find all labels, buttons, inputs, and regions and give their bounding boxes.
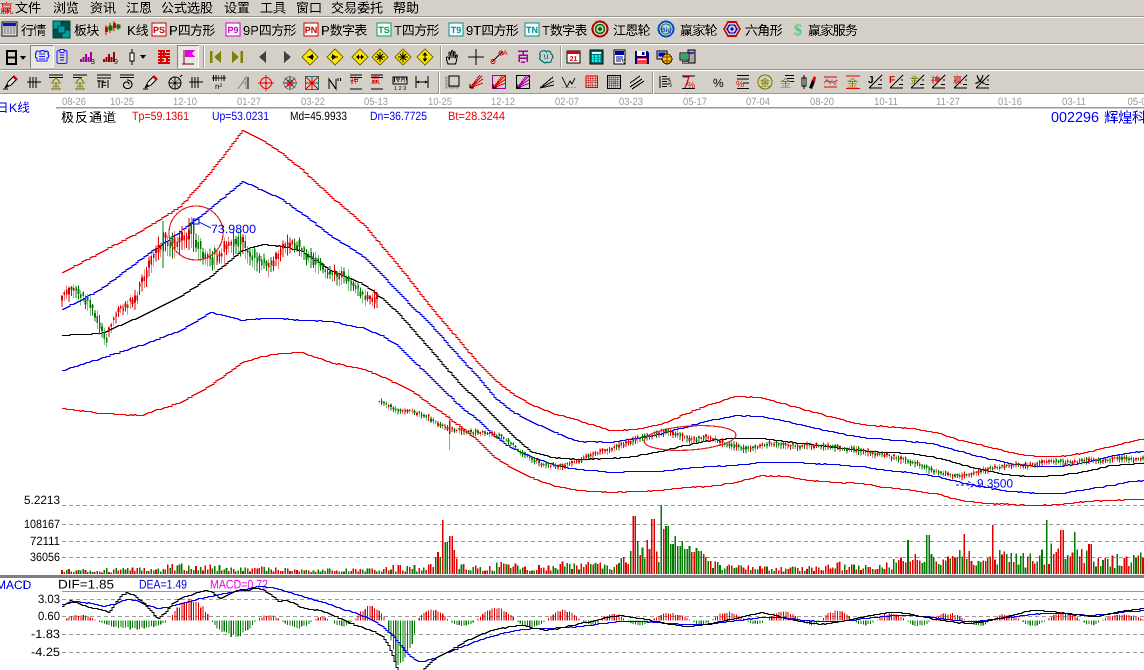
svg-text:10-25: 10-25 (110, 96, 134, 108)
svg-text:108167: 108167 (24, 517, 60, 531)
svg-text:F: F (889, 75, 895, 86)
svg-text:08-20: 08-20 (810, 96, 834, 108)
svg-text:Bt=28.3244: Bt=28.3244 (448, 109, 505, 123)
svg-text:0.60: 0.60 (38, 609, 60, 623)
svg-text:05-17: 05-17 (683, 96, 707, 108)
svg-text:10-11: 10-11 (874, 96, 898, 108)
svg-text:乂: 乂 (974, 75, 986, 86)
svg-text:03-11: 03-11 (1062, 96, 1086, 108)
svg-text:03-23: 03-23 (619, 96, 643, 108)
svg-text:9.3500: 9.3500 (977, 477, 1013, 491)
svg-text:%: % (713, 76, 724, 90)
svg-text:3: 3 (91, 59, 95, 66)
svg-text:002296: 002296 (1051, 110, 1099, 126)
svg-text:36056: 36056 (30, 550, 60, 564)
svg-text:05-13: 05-13 (364, 96, 388, 108)
svg-text:J: J (868, 75, 874, 86)
svg-text:n²: n² (215, 82, 222, 91)
svg-text:T9: T9 (451, 25, 462, 35)
svg-text:MACD=0.72: MACD=0.72 (210, 578, 268, 592)
svg-text:5.2213: 5.2213 (24, 493, 60, 507)
svg-text:73.9800: 73.9800 (211, 222, 256, 236)
svg-text:$: $ (794, 22, 802, 39)
svg-text:05-0: 05-0 (1128, 96, 1144, 108)
svg-text:-4.25: -4.25 (31, 645, 60, 659)
svg-text:3.03: 3.03 (38, 592, 60, 606)
svg-text:Up=53.0231: Up=53.0231 (212, 109, 269, 123)
svg-text:TS: TS (378, 25, 390, 35)
svg-text:TN: TN (526, 25, 538, 35)
svg-text:11-27: 11-27 (936, 96, 960, 108)
svg-text:A: A (503, 50, 508, 57)
svg-text:PS: PS (153, 25, 165, 35)
svg-text:07-04: 07-04 (746, 96, 770, 108)
svg-text:Md=45.9933: Md=45.9933 (290, 109, 347, 123)
svg-text:10-25: 10-25 (428, 96, 452, 108)
svg-text:P9: P9 (227, 25, 238, 35)
svg-text:DIF=1.85: DIF=1.85 (58, 578, 114, 592)
svg-text:PN: PN (305, 25, 318, 35)
svg-text:-1.83: -1.83 (31, 627, 60, 641)
svg-text:%: % (736, 79, 744, 89)
svg-text:21: 21 (570, 56, 578, 63)
svg-text:Big: Big (661, 27, 672, 34)
svg-text:03-22: 03-22 (301, 96, 325, 108)
svg-text:Dn=36.7725: Dn=36.7725 (370, 109, 427, 123)
svg-text:12-12: 12-12 (491, 96, 515, 108)
svg-text:1 2 3: 1 2 3 (394, 86, 406, 92)
svg-text:DEA=1.49: DEA=1.49 (139, 578, 187, 592)
svg-text:12-10: 12-10 (173, 96, 197, 108)
svg-text:72111: 72111 (30, 534, 60, 548)
svg-text:08-26: 08-26 (62, 96, 86, 108)
svg-text:01-27: 01-27 (237, 96, 261, 108)
svg-text:9: 9 (114, 59, 118, 66)
svg-text:F: F (101, 80, 107, 90)
svg-text:02-07: 02-07 (555, 96, 579, 108)
svg-text:01-16: 01-16 (998, 96, 1022, 108)
svg-text:Tp=59.1361: Tp=59.1361 (132, 109, 189, 123)
